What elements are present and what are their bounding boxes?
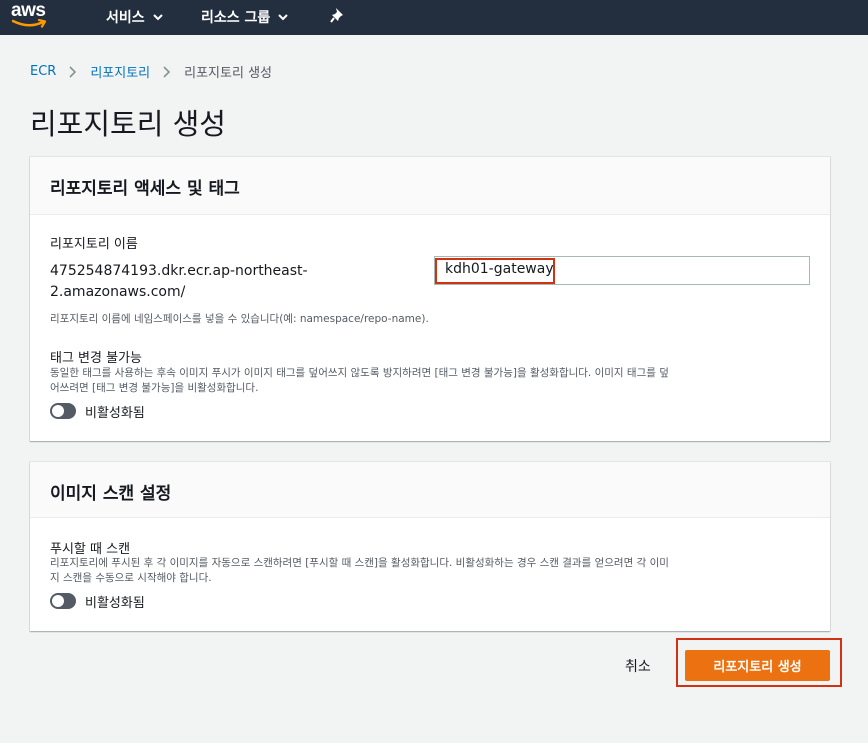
cancel-button[interactable]: 취소 bbox=[625, 656, 651, 676]
card-title: 리포지토리 액세스 및 태그 bbox=[30, 157, 830, 215]
chevron-right-icon bbox=[69, 65, 77, 78]
chevron-down-icon bbox=[152, 13, 163, 20]
resource-groups-menu[interactable]: 리소스 그룹 bbox=[201, 7, 288, 27]
chevron-right-icon bbox=[163, 65, 171, 78]
card-title: 이미지 스캔 설정 bbox=[30, 462, 830, 518]
image-scan-card: 이미지 스캔 설정 푸시할 때 스캔 리포지토리에 푸시된 후 각 이미지를 자… bbox=[30, 462, 830, 631]
scan-on-push-description-line1: 리포지토리에 푸시된 후 각 이미지를 자동으로 스캔하려면 [푸시할 때 스캔… bbox=[50, 557, 669, 569]
scan-on-push-description: 리포지토리에 푸시된 후 각 이미지를 자동으로 스캔하려면 [푸시할 때 스캔… bbox=[50, 556, 820, 586]
chevron-down-icon bbox=[278, 13, 288, 20]
repository-name-label: 리포지토리 이름 bbox=[50, 237, 138, 252]
services-menu[interactable]: 서비스 bbox=[106, 7, 163, 27]
scan-on-push-toggle-label: 비활성화됨 bbox=[85, 596, 145, 611]
breadcrumb-current: 리포지토리 생성 bbox=[184, 66, 272, 81]
repository-name-hint: 리포지토리 이름에 네임스페이스를 넣을 수 있습니다(예: namespace… bbox=[50, 313, 429, 325]
aws-smile-icon bbox=[11, 19, 47, 28]
services-label: 서비스 bbox=[106, 10, 145, 26]
tag-immutability-description-line2: 어쓰려면 [태그 변경 불가능]을 비활성화합니다. bbox=[50, 382, 259, 394]
repository-uri-prefix-line2: 2.amazonaws.com/ bbox=[50, 284, 186, 300]
breadcrumb-ecr[interactable]: ECR bbox=[30, 64, 56, 79]
breadcrumb-repositories[interactable]: 리포지토리 bbox=[90, 62, 150, 81]
tag-immutability-toggle[interactable] bbox=[50, 403, 76, 419]
scan-on-push-label: 푸시할 때 스캔 bbox=[50, 542, 131, 557]
tag-immutability-description-line1: 동일한 태그를 사용하는 후속 이미지 푸시가 이미지 태그를 덮어쓰지 않도록… bbox=[50, 367, 669, 379]
resource-groups-label: 리소스 그룹 bbox=[201, 10, 271, 26]
pushpin-icon[interactable] bbox=[330, 7, 346, 29]
repository-uri-prefix: 475254874193.dkr.ecr.ap-northeast- 2.ama… bbox=[50, 261, 350, 303]
repository-uri-prefix-line1: 475254874193.dkr.ecr.ap-northeast- bbox=[50, 263, 308, 279]
scan-on-push-description-line2: 지 스캔을 수동으로 시작해야 합니다. bbox=[50, 572, 212, 584]
input-highlight-box bbox=[435, 258, 555, 284]
toggle-knob bbox=[52, 595, 64, 607]
page-title: 리포지토리 생성 bbox=[30, 107, 226, 141]
scan-on-push-toggle[interactable] bbox=[50, 593, 76, 609]
top-navigation-bar: aws 서비스 리소스 그룹 bbox=[0, 0, 868, 35]
breadcrumb: ECR 리포지토리 리포지토리 생성 bbox=[30, 62, 272, 81]
create-repository-button[interactable]: 리포지토리 생성 bbox=[685, 650, 830, 681]
toggle-knob bbox=[52, 405, 64, 417]
tag-immutability-toggle-label: 비활성화됨 bbox=[85, 406, 145, 421]
repository-access-card: 리포지토리 액세스 및 태그 리포지토리 이름 475254874193.dkr… bbox=[30, 157, 830, 441]
tag-immutability-label: 태그 변경 불가능 bbox=[50, 351, 142, 366]
tag-immutability-description: 동일한 태그를 사용하는 후속 이미지 푸시가 이미지 태그를 덮어쓰지 않도록… bbox=[50, 366, 820, 396]
aws-logo[interactable]: aws bbox=[11, 0, 53, 30]
